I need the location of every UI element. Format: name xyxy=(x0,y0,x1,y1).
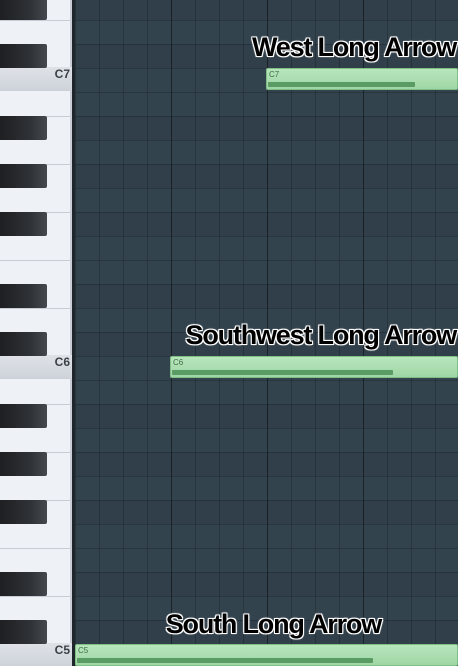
piano-keyboard[interactable]: C7 C6 C5 xyxy=(0,0,72,666)
beat-line xyxy=(171,0,172,666)
note-velocity-bar xyxy=(268,82,415,87)
white-key-line xyxy=(0,596,72,597)
note-label: C7 xyxy=(269,70,280,79)
black-key[interactable] xyxy=(0,0,47,20)
white-key-line xyxy=(0,548,72,549)
white-key-line xyxy=(0,260,72,261)
white-key-line xyxy=(0,20,72,21)
black-key[interactable] xyxy=(0,452,47,476)
key-label-c7: C7 xyxy=(54,67,70,81)
black-key[interactable] xyxy=(0,332,47,356)
key-label-c5: C5 xyxy=(54,643,70,657)
black-key[interactable] xyxy=(0,116,47,140)
white-key-line xyxy=(0,308,72,309)
key-label-c6: C6 xyxy=(54,355,70,369)
note-label: C5 xyxy=(78,646,89,655)
black-key[interactable] xyxy=(0,164,47,188)
annotation-southwest-long-arrow: Southwest Long Arrow xyxy=(185,320,458,350)
black-key[interactable] xyxy=(0,500,47,524)
annotation-west-long-arrow: West Long Arrow xyxy=(252,32,457,62)
black-key[interactable] xyxy=(0,44,47,68)
note-c6[interactable]: C6 xyxy=(170,356,458,378)
note-c5[interactable]: C5 xyxy=(75,644,458,666)
black-key[interactable] xyxy=(0,212,47,236)
note-velocity-bar xyxy=(77,658,373,663)
black-key[interactable] xyxy=(0,572,47,596)
annotation-south-long-arrow: South Long Arrow xyxy=(165,609,382,639)
note-velocity-bar xyxy=(172,370,393,375)
black-key[interactable] xyxy=(0,284,47,308)
note-c7[interactable]: C7 xyxy=(266,68,458,90)
note-label: C6 xyxy=(173,358,184,367)
black-key[interactable] xyxy=(0,620,47,644)
black-key[interactable] xyxy=(0,404,47,428)
